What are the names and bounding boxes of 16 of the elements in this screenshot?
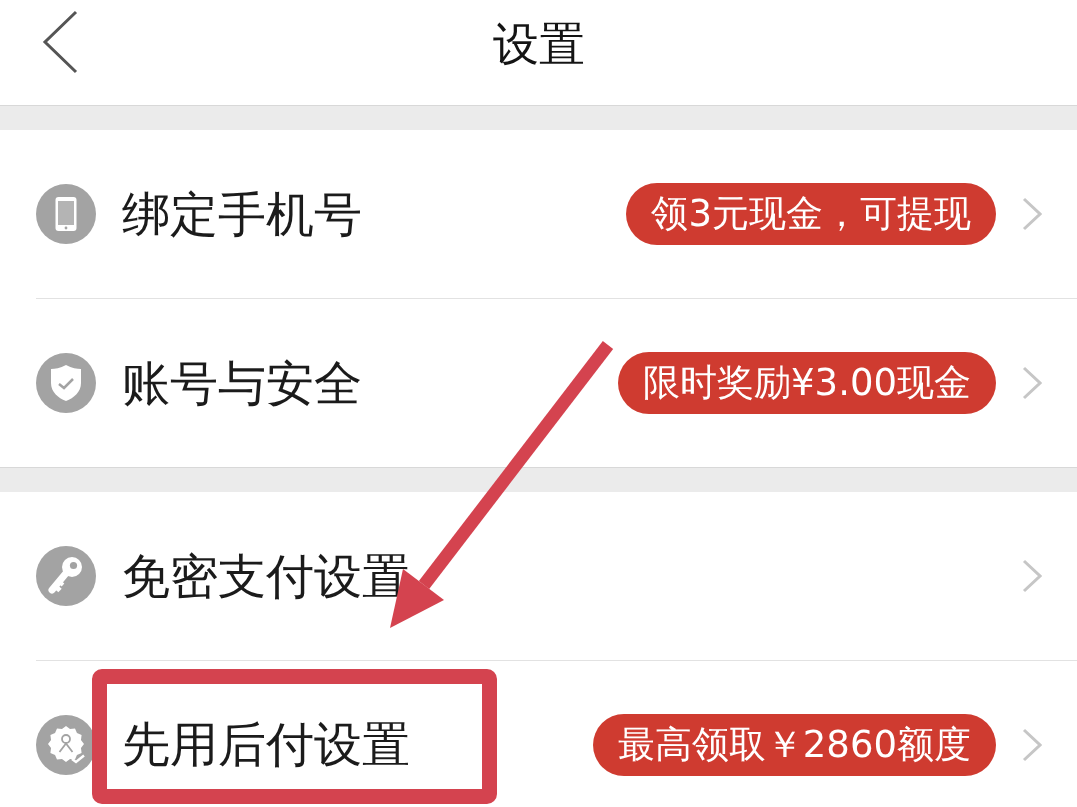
page-title: 设置 xyxy=(492,16,585,72)
chevron-right-icon xyxy=(1022,197,1042,231)
row-label: 绑定手机号 xyxy=(122,185,362,243)
back-icon[interactable] xyxy=(42,10,78,74)
chevron-right-icon xyxy=(1022,366,1042,400)
promo-badge: 最高领取￥2860额度 xyxy=(592,714,996,776)
promo-badge: 限时奖励¥3.00现金 xyxy=(618,352,996,414)
chevron-right-icon xyxy=(1022,728,1042,762)
phone-icon xyxy=(36,184,96,244)
row-label: 账号与安全 xyxy=(122,354,362,412)
row-label: 免密支付设置 xyxy=(122,547,410,605)
row-label: 先用后付设置 xyxy=(122,715,410,773)
shield-check-icon xyxy=(36,353,96,413)
promo-badge: 领3元现金，可提现 xyxy=(626,183,996,245)
key-icon xyxy=(36,546,96,606)
chevron-right-icon xyxy=(1022,559,1042,593)
